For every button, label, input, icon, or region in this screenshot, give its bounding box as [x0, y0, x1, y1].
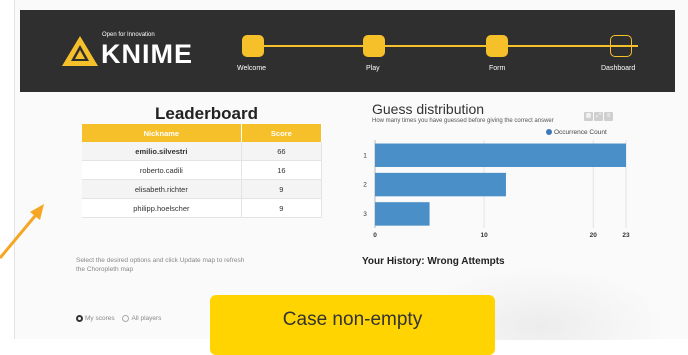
step-dashboard-box[interactable] — [610, 35, 632, 57]
chart-toolbar: ▦ ⤢ ≡ — [583, 104, 613, 122]
step-play-label: Play — [366, 65, 380, 72]
radio-unselected-icon[interactable] — [122, 315, 130, 322]
step-welcome-label: Welcome — [237, 65, 267, 72]
chart-view-icon[interactable]: ▦ — [584, 112, 593, 121]
chart-legend: Occurrence Count — [546, 129, 607, 136]
column-header-score[interactable]: Score — [241, 124, 323, 142]
cell-nickname: emilio.silvestri — [82, 142, 242, 161]
app-header: Open for Innovation KNIME Welcome Play F… — [20, 10, 675, 92]
cell-nickname: roberto.cadili — [82, 160, 242, 180]
callout-text: Case non-empty — [282, 309, 423, 330]
radio-selected-icon[interactable] — [76, 315, 83, 322]
pointer-arrow-icon — [0, 204, 44, 259]
radio-my-scores[interactable]: My scores — [76, 315, 116, 322]
cell-score: 16 — [241, 160, 323, 180]
radio-my-scores-label: My scores — [85, 315, 115, 322]
cell-score: 9 — [241, 198, 323, 218]
leaderboard-title: Leaderboard — [155, 104, 258, 123]
column-header-nickname[interactable]: Nickname — [82, 124, 242, 142]
bar — [375, 172, 506, 197]
x-tick-label: 20 — [590, 232, 598, 239]
bar — [375, 143, 626, 167]
table-row: roberto.cadili 16 — [82, 160, 323, 180]
x-tick-label: 0 — [373, 232, 377, 239]
guess-distribution-chart: 0 10 20 23123 — [363, 140, 630, 239]
guess-distribution-subtitle: How many times you have guessed before g… — [372, 118, 554, 124]
logo-tagline: Open for Innovation — [102, 32, 155, 38]
cell-score: 9 — [241, 179, 323, 199]
scope-radio-group: My scores All players — [76, 315, 167, 322]
cell-nickname: elisabeth.richter — [82, 179, 242, 199]
table-row: elisabeth.richter 9 — [82, 179, 323, 199]
legend-label: Occurrence Count — [554, 129, 607, 136]
knime-logo: Open for Innovation KNIME — [62, 32, 212, 76]
cell-score: 66 — [241, 142, 323, 161]
callout-banner: Case non-empty — [210, 295, 495, 355]
table-row: emilio.silvestri 66 — [82, 142, 323, 161]
y-tick-label: 3 — [363, 211, 367, 218]
x-tick-label: 23 — [622, 232, 630, 239]
left-margin — [0, 0, 14, 339]
frame-border — [14, 0, 15, 339]
radio-all-players[interactable]: All players — [122, 315, 161, 322]
x-tick-label: 10 — [481, 232, 489, 239]
guess-distribution-title: Guess distribution — [372, 101, 485, 117]
table-row: philipp.hoelscher 9 — [82, 198, 323, 218]
step-dashboard-label: Dashboard — [601, 65, 636, 72]
chart-menu-icon[interactable]: ≡ — [604, 112, 613, 121]
cell-nickname: philipp.hoelscher — [82, 198, 242, 218]
history-title: Your History: Wrong Attempts — [362, 256, 505, 267]
radio-all-players-label: All players — [131, 315, 162, 322]
leaderboard-table: Nickname Score emilio.silvestri 66 rober… — [82, 124, 323, 218]
logo-wordmark: KNIME — [101, 39, 193, 69]
step-form-label: Form — [489, 65, 506, 72]
bar — [375, 202, 430, 226]
chart-fullscreen-icon[interactable]: ⤢ — [594, 112, 603, 121]
legend-dot-icon — [546, 129, 552, 135]
step-welcome-box[interactable] — [242, 35, 264, 57]
progress-line — [253, 45, 638, 47]
y-tick-label: 1 — [363, 152, 367, 159]
map-hint-text: Select the desired options and click Upd… — [76, 257, 245, 273]
knime-logo-icon — [62, 36, 98, 66]
y-tick-label: 2 — [363, 182, 367, 189]
step-form-box[interactable] — [486, 35, 508, 57]
step-play-box[interactable] — [363, 35, 385, 57]
